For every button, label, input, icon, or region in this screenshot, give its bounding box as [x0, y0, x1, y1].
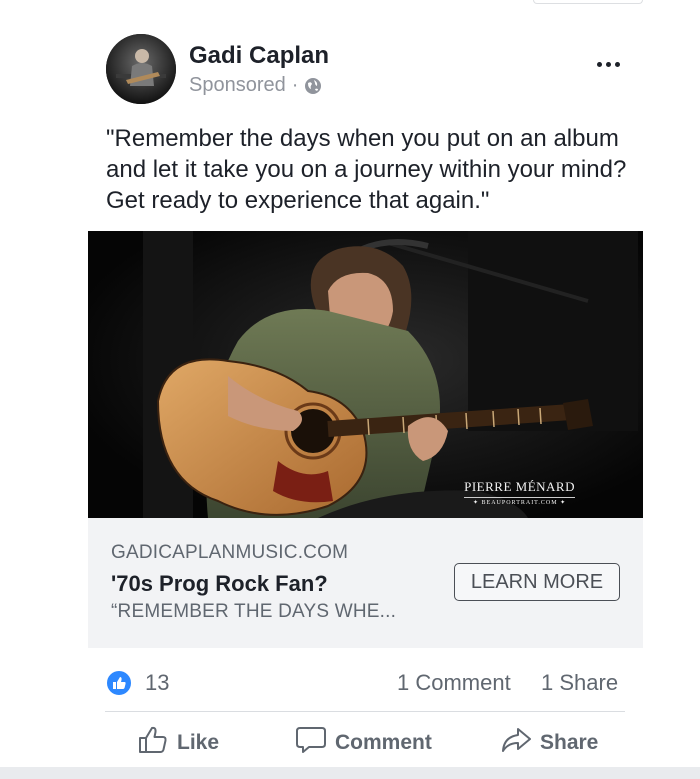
link-preview[interactable]: GADICAPLANMUSIC.COM '70s Prog Rock Fan? … — [88, 518, 643, 648]
like-button[interactable]: Like — [137, 720, 219, 766]
feed-background — [0, 767, 700, 779]
actions-divider — [105, 711, 625, 712]
learn-more-button[interactable]: LEARN MORE — [454, 563, 620, 601]
post-meta: Sponsored · — [189, 74, 322, 97]
link-description: “REMEMBER THE DAYS WHE... — [111, 601, 397, 622]
shares-count[interactable]: 1 Share — [541, 670, 618, 696]
photo-credit: PIERRE MÉNARD ✦ BEAUPORTRAIT.COM ✦ — [464, 479, 575, 506]
meta-separator: · — [291, 74, 299, 96]
like-label: Like — [177, 731, 220, 754]
share-arrow-icon — [500, 725, 532, 761]
globe-icon — [304, 77, 322, 95]
comment-button[interactable]: Comment — [295, 720, 432, 766]
guitarist-photo — [88, 231, 643, 518]
photo-credit-site: ✦ BEAUPORTRAIT.COM ✦ — [464, 497, 575, 506]
comment-icon — [295, 725, 327, 761]
thumbs-up-icon — [137, 725, 169, 761]
author-name[interactable]: Gadi Caplan — [189, 42, 329, 70]
comments-count[interactable]: 1 Comment — [397, 670, 511, 696]
link-domain: GADICAPLANMUSIC.COM — [111, 542, 349, 563]
link-headline[interactable]: '70s Prog Rock Fan? — [111, 571, 328, 597]
share-button[interactable]: Share — [500, 720, 598, 766]
post-photo[interactable]: PIERRE MÉNARD ✦ BEAUPORTRAIT.COM ✦ — [88, 231, 643, 518]
previous-post-edge — [533, 0, 643, 4]
post-stats: 13 1 Comment 1 Share — [88, 660, 643, 704]
sponsored-label[interactable]: Sponsored — [189, 74, 286, 97]
photo-credit-name: PIERRE MÉNARD — [464, 479, 575, 494]
like-count[interactable]: 13 — [145, 670, 169, 696]
post-text: "Remember the days when you put on an al… — [106, 125, 627, 214]
more-options-icon[interactable] — [588, 50, 628, 78]
like-reaction-icon[interactable] — [105, 669, 133, 697]
comment-label: Comment — [335, 731, 432, 754]
share-label: Share — [540, 731, 599, 754]
post-actions: Like Comment Share — [105, 720, 625, 766]
avatar[interactable] — [106, 34, 176, 104]
